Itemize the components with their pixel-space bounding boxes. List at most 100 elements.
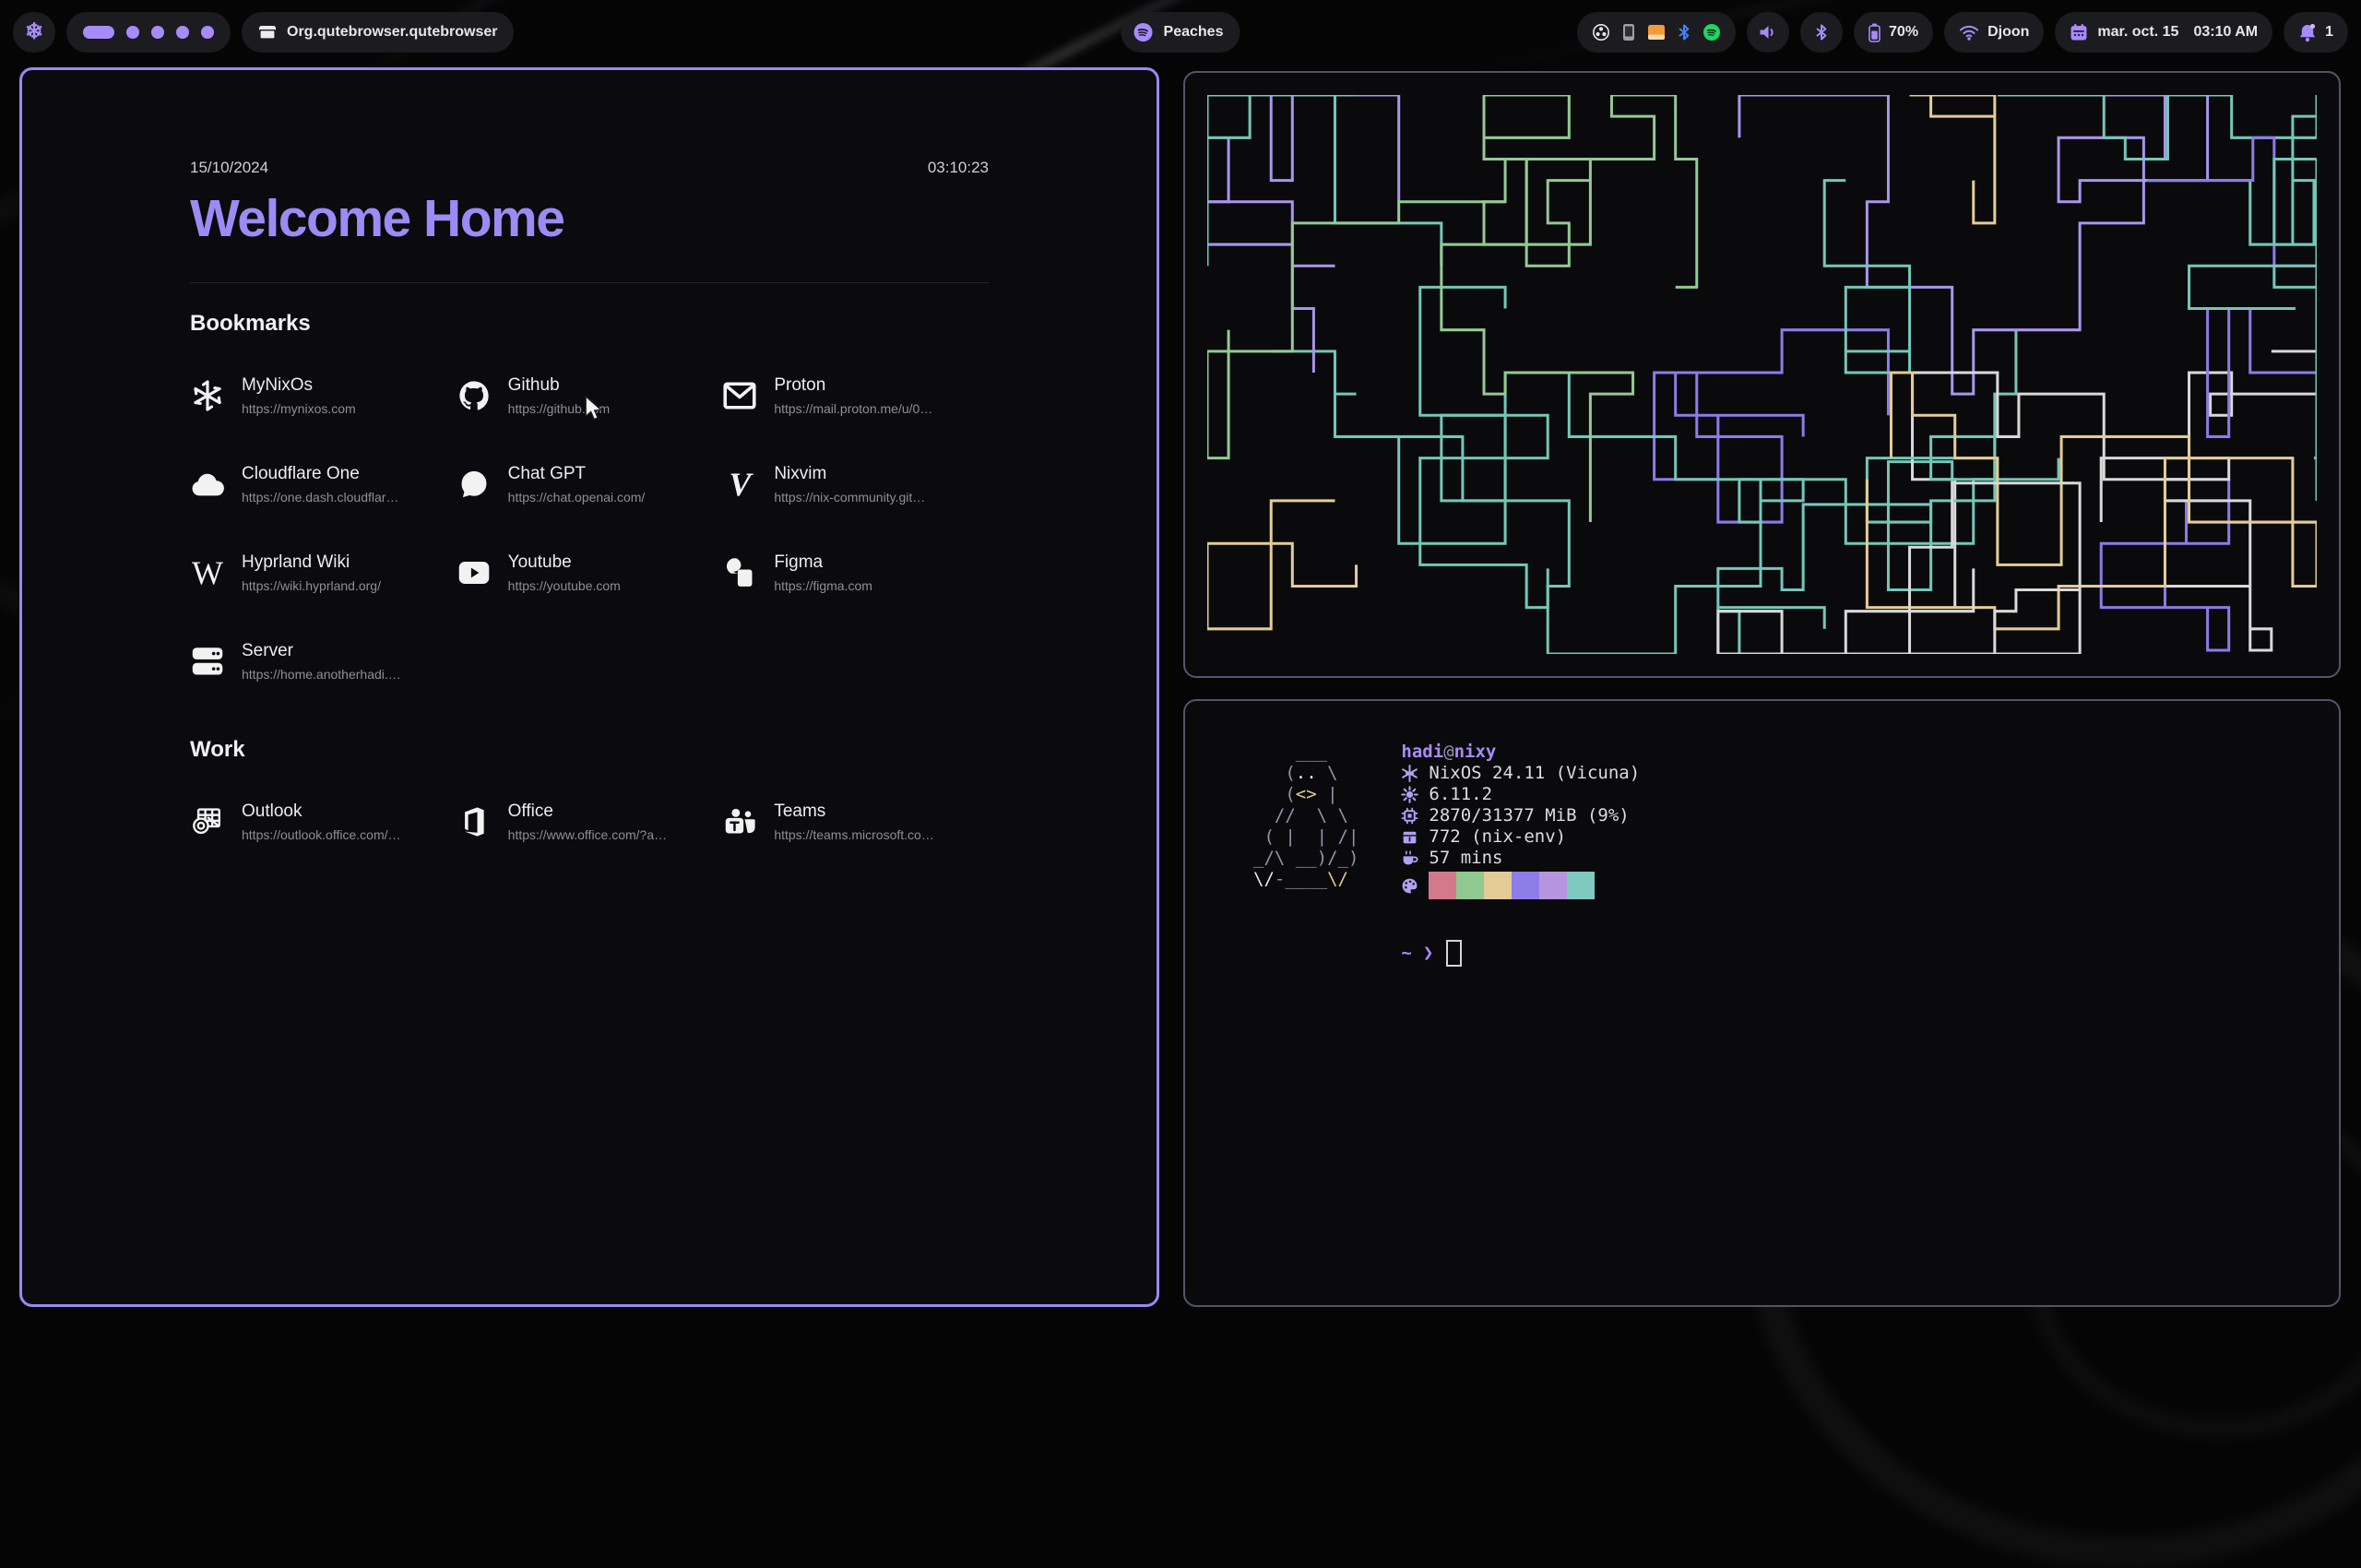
bookmark-url: https://mail.proton.me/u/0…	[774, 401, 932, 416]
battery-pill[interactable]: 70%	[1854, 12, 1933, 53]
fetch-row-memory: 2870/31377 MiB (9%)	[1401, 805, 1640, 826]
media-player-pill[interactable]: Peaches	[1121, 12, 1240, 53]
os-snowflake-icon	[1401, 765, 1429, 782]
bookmark-chatgpt[interactable]: Chat GPThttps://chat.openai.com/	[457, 458, 723, 510]
media-track-label: Peaches	[1164, 24, 1224, 41]
palette-swatch	[1456, 872, 1484, 899]
notifications-pill[interactable]: 1	[2284, 12, 2348, 53]
startpage-date: 15/10/2024	[190, 159, 268, 177]
battery-level: 70%	[1889, 24, 1918, 41]
startpage-time: 03:10:23	[928, 159, 989, 177]
terminal-cursor	[1446, 940, 1462, 967]
fetch-row-packages: 772 (nix-env)	[1401, 826, 1640, 848]
uptime-icon	[1401, 849, 1429, 867]
nixos-launcher-button[interactable]: ❄	[13, 12, 55, 53]
speaker-icon	[1758, 23, 1778, 42]
memory-icon	[1401, 807, 1429, 825]
prompt-symbol: ❯	[1423, 943, 1433, 964]
bookmark-proton[interactable]: Protonhttps://mail.proton.me/u/0…	[722, 370, 989, 422]
bookmark-outlook[interactable]: Outlook https://outlook.office.com/…	[190, 796, 457, 848]
bookmark-figma[interactable]: Figmahttps://figma.com	[722, 547, 989, 599]
bookmark-youtube[interactable]: Youtubehttps://youtube.com	[457, 547, 723, 599]
bookmark-teams[interactable]: Teams https://teams.microsoft.co…	[722, 796, 989, 848]
workspace-active[interactable]	[83, 26, 114, 39]
bell-icon	[2298, 23, 2317, 42]
bookmark-name: Teams	[774, 802, 934, 822]
window-icon	[258, 25, 277, 40]
active-window-pill[interactable]: Org.qutebrowser.qutebrowser	[242, 12, 514, 53]
packages-icon	[1401, 828, 1429, 846]
divider	[190, 282, 989, 283]
obs-tray-icon[interactable]	[1592, 23, 1610, 42]
bookmark-url: https://home.anotherhadi.…	[242, 667, 401, 682]
bookmark-name: Chat GPT	[508, 464, 646, 484]
pipes-terminal-window[interactable]	[1183, 71, 2341, 678]
clock-pill[interactable]: mar. oct. 15 03:10 AM	[2055, 12, 2272, 53]
clock-time: 03:10 AM	[2193, 24, 2258, 41]
shell-prompt[interactable]: ~ ❯	[1401, 940, 1640, 967]
bookmark-nixvim[interactable]: V Nixvim https://nix-community.git…	[722, 458, 989, 510]
office-icon	[457, 806, 492, 837]
workspace-dot[interactable]	[201, 26, 214, 39]
bookmark-name: Nixvim	[774, 464, 925, 484]
palette-swatch	[1567, 872, 1595, 899]
palette-swatch	[1484, 872, 1512, 899]
fetch-row-kernel: 6.11.2	[1401, 784, 1640, 805]
cloud-icon	[190, 470, 225, 498]
bookmark-hyprland-wiki[interactable]: W Hyprland Wiki https://wiki.hyprland.org…	[190, 547, 457, 599]
bluetooth-tray-icon[interactable]	[1678, 23, 1691, 42]
page-title: Welcome Home	[190, 188, 989, 249]
bookmark-name: Office	[508, 802, 667, 822]
device-tray-icon[interactable]	[1622, 23, 1635, 42]
files-tray-icon[interactable]	[1647, 24, 1666, 41]
bookmark-mynixos[interactable]: MyNixOshttps://mynixos.com	[190, 370, 457, 422]
palette-swatch	[1429, 872, 1456, 899]
network-pill[interactable]: Djoon	[1944, 12, 2044, 53]
outlook-icon	[190, 806, 225, 837]
chat-icon	[457, 469, 492, 500]
workspace-dot[interactable]	[126, 26, 139, 39]
bookmark-server[interactable]: Server https://home.anotherhadi.…	[190, 636, 457, 687]
fastfetch-terminal-window[interactable]: ___ (.. \ (<> | // \ \ ( | | /| _/\ __)/…	[1183, 699, 2341, 1307]
user-host: hadi@nixy	[1401, 742, 1640, 763]
bookmark-cloudflare-one[interactable]: Cloudflare One https://one.dash.cloudflar…	[190, 458, 457, 510]
wifi-icon	[1959, 24, 1979, 41]
workspace-indicator[interactable]	[66, 12, 231, 53]
nixos-icon	[190, 379, 225, 412]
prompt-path: ~	[1401, 943, 1411, 964]
volume-pill[interactable]	[1747, 12, 1789, 53]
bookmark-url: https://teams.microsoft.co…	[774, 827, 934, 842]
pipes-art	[1207, 95, 2317, 654]
wikipedia-icon: W	[190, 556, 225, 589]
vim-icon: V	[722, 468, 757, 501]
spotify-icon	[1133, 21, 1155, 43]
bluetooth-icon	[1815, 23, 1828, 42]
system-tray[interactable]	[1577, 12, 1736, 53]
color-swatches	[1429, 872, 1595, 899]
notifications-count: 1	[2325, 24, 2333, 41]
spotify-tray-icon[interactable]	[1703, 23, 1721, 42]
bookmark-name: Cloudflare One	[242, 464, 398, 484]
qutebrowser-window: 15/10/2024 03:10:23 Welcome Home Bookmar…	[19, 67, 1159, 1307]
bookmark-url: https://figma.com	[774, 578, 872, 593]
topbar-right: 70% Djoon mar. oct. 15 03:10 AM 1	[1577, 12, 2348, 53]
clock-date: mar. oct. 15	[2097, 24, 2178, 41]
bookmark-url: https://outlook.office.com/…	[242, 827, 401, 842]
teams-icon	[722, 806, 757, 837]
workspace-dot[interactable]	[151, 26, 164, 39]
bookmark-url: https://wiki.hyprland.org/	[242, 578, 381, 593]
topbar-center: Peaches	[1121, 12, 1240, 53]
bookmark-url: https://one.dash.cloudflar…	[242, 490, 398, 505]
bookmark-name: Server	[242, 641, 401, 661]
calendar-icon	[2070, 23, 2088, 42]
palette-swatch	[1539, 872, 1567, 899]
bluetooth-pill[interactable]	[1800, 12, 1843, 53]
bookmark-name: Hyprland Wiki	[242, 552, 381, 573]
mail-icon	[722, 382, 757, 410]
bookmark-url: https://nix-community.git…	[774, 490, 925, 505]
bookmark-office[interactable]: Officehttps://www.office.com/?a…	[457, 796, 723, 848]
active-window-title: Org.qutebrowser.qutebrowser	[287, 24, 497, 41]
workspace-dot[interactable]	[176, 26, 189, 39]
figma-icon	[722, 557, 757, 588]
bookmark-name: Outlook	[242, 802, 401, 822]
